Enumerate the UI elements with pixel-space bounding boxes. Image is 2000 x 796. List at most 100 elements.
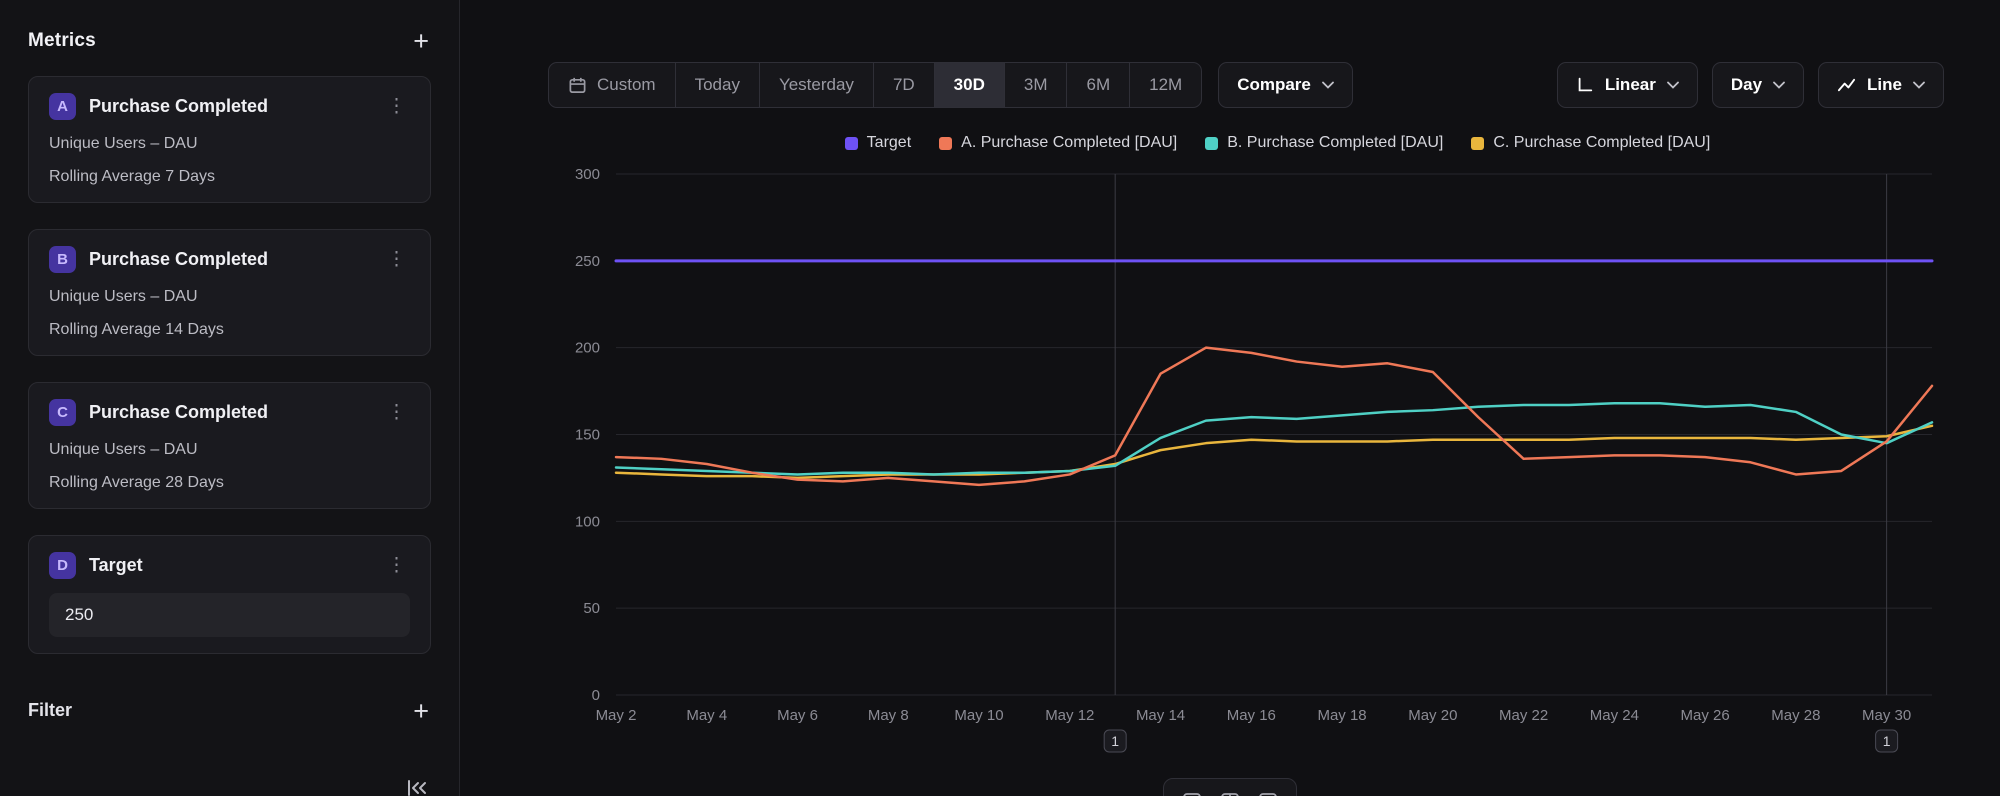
y-tick-label: 150 [575, 427, 600, 444]
metric-rolling-average[interactable]: Rolling Average 28 Days [49, 473, 410, 492]
range-today-button[interactable]: Today [676, 63, 760, 107]
annotation-badge[interactable]: 1 [1104, 730, 1126, 752]
granularity-selector-button[interactable]: Day [1712, 62, 1804, 108]
filter-title: Filter [28, 700, 72, 721]
svg-text:1: 1 [1883, 733, 1891, 749]
legend-swatch-icon [939, 137, 952, 150]
compare-label: Compare [1237, 75, 1311, 95]
y-tick-label: 300 [575, 166, 600, 183]
chart-container: 050100150200250300May 2May 4May 6May 8Ma… [516, 156, 1944, 766]
target-card[interactable]: D Target ⋮ [28, 535, 431, 654]
chart-type-label: Line [1867, 75, 1902, 95]
bottom-toolbar [1163, 778, 1297, 796]
legend-item[interactable]: A. Purchase Completed [DAU] [939, 134, 1177, 152]
metric-head: C Purchase Completed ⋮ [49, 399, 410, 426]
metric-measure[interactable]: Unique Users – DAU [49, 287, 410, 306]
annotation-badge[interactable]: 1 [1876, 730, 1898, 752]
x-tick-label: May 12 [1045, 707, 1094, 724]
metric-title: Purchase Completed [89, 402, 370, 423]
range-label: 3M [1024, 75, 1048, 95]
scale-label: Linear [1605, 75, 1656, 95]
chevron-down-icon [1773, 81, 1785, 89]
y-tick-label: 250 [575, 253, 600, 270]
range-30d-button[interactable]: 30D [935, 63, 1005, 107]
x-tick-label: May 24 [1590, 707, 1639, 724]
range-label: 12M [1149, 75, 1182, 95]
range-label: Yesterday [779, 75, 854, 95]
metric-rolling-average[interactable]: Rolling Average 14 Days [49, 320, 410, 339]
legend-label: C. Purchase Completed [DAU] [1493, 134, 1710, 152]
range-7d-button[interactable]: 7D [874, 63, 935, 107]
range-yesterday-button[interactable]: Yesterday [760, 63, 874, 107]
calendar-icon [568, 76, 587, 95]
legend-item[interactable]: B. Purchase Completed [DAU] [1205, 134, 1443, 152]
x-tick-label: May 6 [777, 707, 818, 724]
chart-display-controls: Linear Day Line [1557, 62, 1944, 108]
legend-swatch-icon [1205, 137, 1218, 150]
granularity-label: Day [1731, 75, 1762, 95]
add-metric-button[interactable]: + [411, 31, 431, 51]
scale-selector-button[interactable]: Linear [1557, 62, 1698, 108]
legend-label: A. Purchase Completed [DAU] [961, 134, 1177, 152]
target-title: Target [89, 555, 370, 576]
metrics-sidebar: Metrics + A Purchase Completed ⋮ Unique … [0, 0, 460, 796]
legend-label: Target [867, 134, 911, 152]
range-label: Today [695, 75, 740, 95]
x-tick-label: May 20 [1408, 707, 1457, 724]
range-12m-button[interactable]: 12M [1130, 63, 1201, 107]
linear-axis-icon [1576, 76, 1594, 94]
date-range-segmented-control: Custom Today Yesterday 7D 30D 3M 6M 12M [548, 62, 1202, 108]
compare-button[interactable]: Compare [1218, 62, 1353, 108]
chart-card-large-icon[interactable] [1258, 792, 1278, 796]
kebab-menu-icon[interactable]: ⋮ [383, 95, 410, 118]
line-chart-icon [1837, 76, 1856, 95]
svg-text:1: 1 [1111, 733, 1119, 749]
range-label: 30D [954, 75, 985, 95]
series-line [616, 426, 1932, 478]
legend-swatch-icon [1471, 137, 1484, 150]
metric-head: A Purchase Completed ⋮ [49, 93, 410, 120]
chart-type-selector-button[interactable]: Line [1818, 62, 1944, 108]
range-3m-button[interactable]: 3M [1005, 63, 1068, 107]
y-tick-label: 0 [592, 687, 600, 704]
metric-card-a[interactable]: A Purchase Completed ⋮ Unique Users – DA… [28, 76, 431, 203]
metric-badge: C [49, 399, 76, 426]
metric-head: D Target ⋮ [49, 552, 410, 579]
chevron-down-icon [1913, 81, 1925, 89]
x-tick-label: May 30 [1862, 707, 1911, 724]
x-tick-label: May 26 [1681, 707, 1730, 724]
range-6m-button[interactable]: 6M [1067, 63, 1130, 107]
x-tick-label: May 18 [1317, 707, 1366, 724]
range-custom-button[interactable]: Custom [549, 63, 676, 107]
metric-rolling-average[interactable]: Rolling Average 7 Days [49, 167, 410, 186]
kebab-menu-icon[interactable]: ⋮ [383, 248, 410, 271]
metric-measure[interactable]: Unique Users – DAU [49, 134, 410, 153]
chart-main-area: Custom Today Yesterday 7D 30D 3M 6M 12M … [460, 0, 2000, 796]
chart-card-medium-icon[interactable] [1220, 792, 1240, 796]
chevron-down-icon [1667, 81, 1679, 89]
metric-badge: B [49, 246, 76, 273]
target-value-input[interactable] [49, 593, 410, 637]
range-label: Custom [597, 75, 656, 95]
chevron-down-icon [1322, 81, 1334, 89]
y-tick-label: 100 [575, 513, 600, 530]
metric-measure[interactable]: Unique Users – DAU [49, 440, 410, 459]
metric-card-b[interactable]: B Purchase Completed ⋮ Unique Users – DA… [28, 229, 431, 356]
metric-card-c[interactable]: C Purchase Completed ⋮ Unique Users – DA… [28, 382, 431, 509]
legend-swatch-icon [845, 137, 858, 150]
chart-card-small-icon[interactable] [1182, 792, 1202, 796]
metrics-title: Metrics [28, 30, 96, 52]
legend-item[interactable]: Target [845, 134, 911, 152]
metric-title: Purchase Completed [89, 96, 370, 117]
filter-header: Filter + [28, 700, 431, 721]
collapse-sidebar-icon[interactable] [405, 776, 429, 796]
add-filter-button[interactable]: + [411, 701, 431, 721]
metrics-line-chart[interactable]: 050100150200250300May 2May 4May 6May 8Ma… [516, 156, 1944, 761]
kebab-menu-icon[interactable]: ⋮ [383, 401, 410, 424]
metric-title: Purchase Completed [89, 249, 370, 270]
kebab-menu-icon[interactable]: ⋮ [383, 554, 410, 577]
legend-item[interactable]: C. Purchase Completed [DAU] [1471, 134, 1710, 152]
metric-badge: A [49, 93, 76, 120]
range-label: 6M [1086, 75, 1110, 95]
metric-head: B Purchase Completed ⋮ [49, 246, 410, 273]
